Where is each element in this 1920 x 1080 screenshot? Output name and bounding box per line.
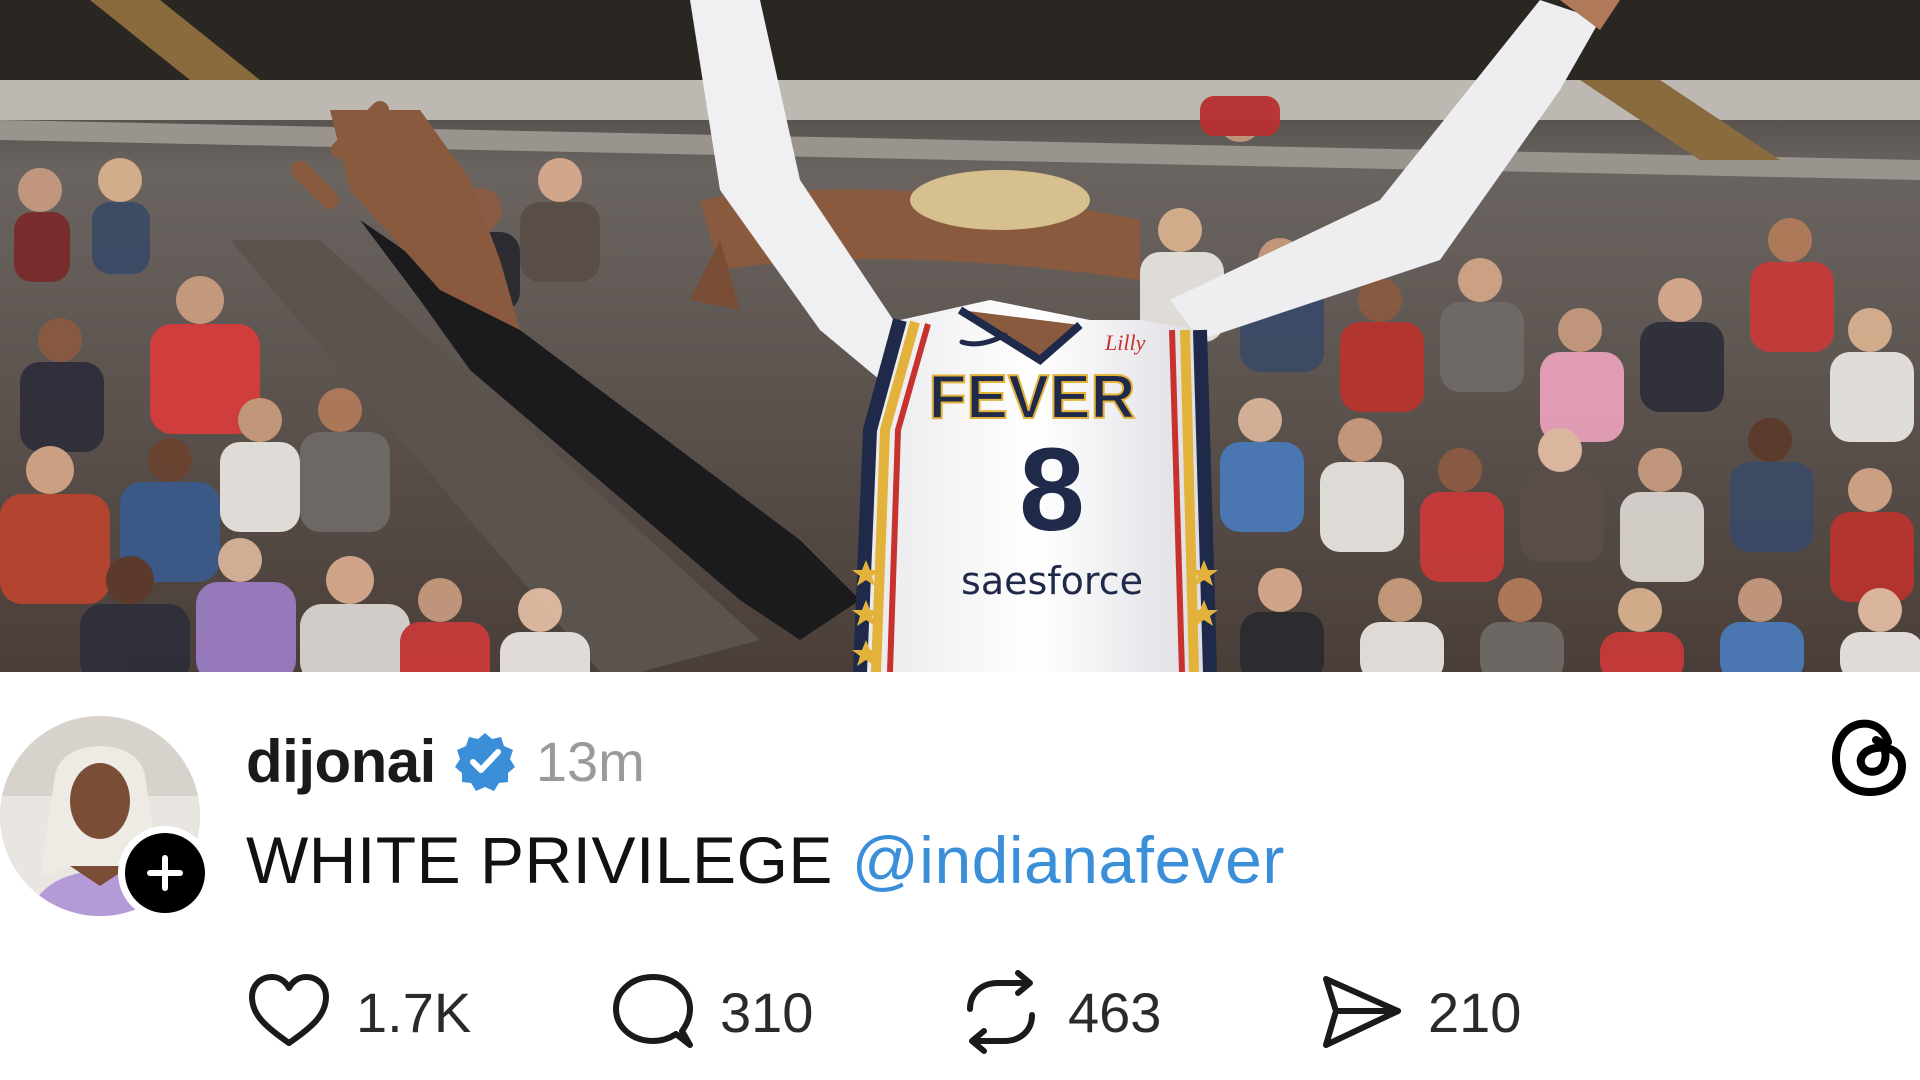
speech-bubble-icon [613, 974, 693, 1048]
post-header: dijonai 13m [246, 716, 645, 806]
reply-count: 310 [720, 980, 814, 1044]
reply-button[interactable]: 310 [610, 969, 958, 1055]
verified-badge-icon [454, 733, 515, 791]
share-button[interactable]: 210 [1318, 969, 1521, 1055]
jersey-sponsor-text: saesforce [961, 559, 1143, 603]
repost-button[interactable]: 463 [958, 969, 1318, 1055]
mention-link[interactable]: @indianafever [852, 823, 1285, 897]
post-text: WHITE PRIVILEGE [246, 823, 833, 897]
post-actions: 1.7K 310 463 210 [246, 969, 1521, 1055]
heart-icon [249, 974, 329, 1046]
post-photo[interactable]: Lilly FEVER 8 saesforce [0, 0, 1920, 672]
like-count: 1.7K [356, 980, 472, 1044]
jersey-collar-text: Lilly [1104, 330, 1146, 355]
repost-arrows-icon [967, 970, 1035, 1054]
basketball-photo: Lilly FEVER 8 saesforce [0, 0, 1920, 672]
avatar-container [0, 716, 212, 920]
follow-button[interactable] [118, 826, 212, 920]
send-paper-plane-icon [1323, 976, 1401, 1048]
post-timestamp: 13m [535, 729, 645, 793]
jersey-number-text: 8 [1019, 424, 1085, 556]
post-body: WHITE PRIVILEGE @indianafever [246, 822, 1285, 898]
threads-logo-icon[interactable] [1826, 712, 1916, 802]
username[interactable]: dijonai [246, 727, 436, 796]
jersey-team-text: FEVER [929, 363, 1136, 432]
like-button[interactable]: 1.7K [246, 969, 610, 1055]
share-count: 210 [1428, 980, 1522, 1044]
plus-icon [147, 855, 183, 891]
threads-post: dijonai 13m WHITE PRIVILEGE @indianafeve… [0, 672, 1920, 1080]
repost-count: 463 [1068, 980, 1162, 1044]
